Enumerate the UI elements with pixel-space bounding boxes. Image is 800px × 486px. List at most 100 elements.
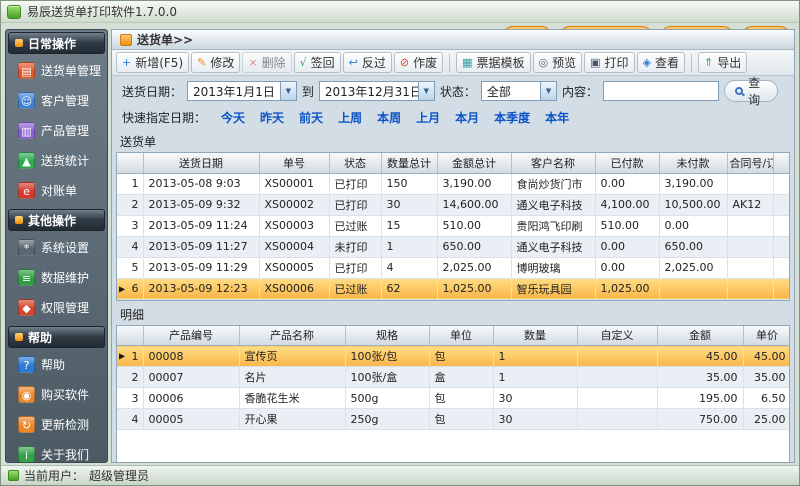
- sidebar-item-statement[interactable]: e对账单: [8, 176, 105, 204]
- table-row[interactable]: 52013-05-09 11:29XS00005已打印42,025.00博明玻璃…: [117, 257, 790, 278]
- sidebar-item-system-settings[interactable]: *系统设置: [8, 233, 105, 261]
- sidebar-item-buy-software[interactable]: ◉购买软件: [8, 380, 105, 408]
- table-cell: 1: [493, 367, 577, 388]
- column-header[interactable]: 数量总计: [381, 153, 437, 173]
- table-row[interactable]: 22013-05-09 9:32XS00002已打印3014,600.00通义电…: [117, 194, 790, 215]
- table-row[interactable]: 42013-05-09 11:27XS00004未打印1650.00通义电子科技…: [117, 236, 790, 257]
- sidebar-item-delivery-order-manage[interactable]: ▤送货单管理: [8, 56, 105, 84]
- table-row[interactable]: 400005开心果250g包30750.0025.00: [117, 409, 790, 430]
- sidebar-item-about-us-icon: i: [18, 446, 35, 463]
- table-cell: 食尚炒货门市: [511, 173, 595, 194]
- toolbar-button-label: 删除: [262, 54, 286, 71]
- table-row[interactable]: 32013-05-09 11:24XS00003已过账15510.00贵阳鸿飞印…: [117, 215, 790, 236]
- table-cell: AK12: [727, 194, 773, 215]
- status-select[interactable]: 全部 ▼: [481, 81, 557, 101]
- table-cell: [773, 194, 790, 215]
- void-button[interactable]: ⊘作废: [394, 52, 443, 73]
- orders-table: 送货日期单号状态数量总计金额总计客户名称已付款未付款合同号/订送货 12013-…: [117, 153, 790, 300]
- chevron-down-icon[interactable]: ▼: [280, 82, 296, 100]
- column-header[interactable]: 金额: [657, 326, 743, 346]
- chevron-down-icon[interactable]: ▼: [418, 82, 434, 100]
- quick-date-link[interactable]: 本年: [545, 109, 569, 126]
- table-cell: 2013-05-09 11:24: [143, 215, 259, 236]
- column-header[interactable]: 产品编号: [143, 326, 239, 346]
- chevron-down-icon[interactable]: ▼: [540, 82, 556, 100]
- table-cell: 35.00: [657, 367, 743, 388]
- column-header[interactable]: 已付款: [595, 153, 659, 173]
- table-row[interactable]: ▶62013-05-09 12:23XS00006已过账621,025.00智乐…: [117, 278, 790, 299]
- search-icon: [735, 87, 743, 95]
- date-to-select[interactable]: 2013年12月31日 ▼: [319, 81, 435, 101]
- column-header[interactable]: 未付款: [659, 153, 727, 173]
- sidebar-item-delivery-stats[interactable]: ▲送货统计: [8, 146, 105, 174]
- table-cell: 包: [429, 388, 493, 409]
- sidebar-section-header[interactable]: 日常操作: [8, 32, 105, 54]
- column-header[interactable]: 规格: [345, 326, 429, 346]
- table-row[interactable]: 200007名片100张/盒盒135.0035.00: [117, 367, 790, 388]
- sidebar-section-header[interactable]: 其他操作: [8, 209, 105, 231]
- export-button[interactable]: ⇑导出: [698, 52, 747, 73]
- quick-date-link[interactable]: 本季度: [494, 109, 530, 126]
- sidebar-item-data-maintenance[interactable]: ≡数据维护: [8, 263, 105, 291]
- selected-row-arrow-icon: ▶: [119, 284, 125, 293]
- quick-date-link[interactable]: 上月: [416, 109, 440, 126]
- column-header[interactable]: 客户名称: [511, 153, 595, 173]
- preview-button[interactable]: ◎预览: [533, 52, 583, 73]
- column-header[interactable]: 产品名称: [239, 326, 345, 346]
- quick-date-link[interactable]: 本月: [455, 109, 479, 126]
- new-icon: +: [122, 57, 131, 68]
- sidebar-item-help[interactable]: ?帮助: [8, 350, 105, 378]
- row-number-cell: 5: [117, 257, 143, 278]
- tab-delivery-orders[interactable]: 送货单>>: [137, 31, 193, 48]
- sidebar-item-label: 帮助: [41, 356, 65, 373]
- column-header[interactable]: 单号: [259, 153, 329, 173]
- sidebar-item-customer-manage-icon: ☺: [18, 92, 35, 109]
- quick-date-link[interactable]: 上周: [338, 109, 362, 126]
- quick-date-link[interactable]: 前天: [299, 109, 323, 126]
- table-row[interactable]: 300006香脆花生米500g包30195.006.50: [117, 388, 790, 409]
- new-button[interactable]: +新增(F5): [116, 52, 189, 73]
- sidebar-item-update-check[interactable]: ↻更新检测: [8, 410, 105, 438]
- quick-date-link[interactable]: 昨天: [260, 109, 284, 126]
- reverse-post-button[interactable]: ↩反过: [343, 52, 392, 73]
- sidebar-item-permission-manage[interactable]: ◆权限管理: [8, 293, 105, 321]
- table-cell: [577, 409, 657, 430]
- sidebar-item-data-maintenance-icon: ≡: [18, 269, 35, 286]
- column-header[interactable]: 状态: [329, 153, 381, 173]
- sidebar-section-header[interactable]: 帮助: [8, 326, 105, 348]
- quick-date-link[interactable]: 今天: [221, 109, 245, 126]
- table-cell: 4: [381, 257, 437, 278]
- column-header[interactable]: 金额总计: [437, 153, 511, 173]
- receipt-template-button[interactable]: ▦票据模板: [456, 52, 530, 73]
- sidebar-item-about-us[interactable]: i关于我们: [8, 440, 105, 463]
- search-button[interactable]: 查询: [724, 80, 778, 102]
- table-cell: 博明玻璃: [511, 257, 595, 278]
- table-row[interactable]: 12013-05-08 9:03XS00001已打印1503,190.00食尚炒…: [117, 173, 790, 194]
- sidebar-item-customer-manage[interactable]: ☺客户管理: [8, 86, 105, 114]
- print-button[interactable]: ▣打印: [584, 52, 634, 73]
- table-cell: [773, 278, 790, 299]
- table-row[interactable]: ▶100008宣传页100张/包包145.0045.00: [117, 346, 790, 367]
- column-header[interactable]: 单价: [743, 326, 790, 346]
- quick-date-link[interactable]: 本周: [377, 109, 401, 126]
- column-header[interactable]: 送货: [773, 153, 790, 173]
- view-button[interactable]: ◈查看: [637, 52, 685, 73]
- app-icon: [7, 5, 21, 19]
- column-header[interactable]: 送货日期: [143, 153, 259, 173]
- content-input[interactable]: [603, 81, 719, 101]
- sidebar-item-product-manage[interactable]: ▥产品管理: [8, 116, 105, 144]
- column-header[interactable]: 数量: [493, 326, 577, 346]
- sidebar-item-permission-manage-icon: ◆: [18, 299, 35, 316]
- sign-back-button[interactable]: √签回: [294, 52, 341, 73]
- date-from-select[interactable]: 2013年1月1日 ▼: [187, 81, 297, 101]
- column-header[interactable]: 自定义: [577, 326, 657, 346]
- sidebar-item-label: 对账单: [41, 182, 77, 199]
- table-cell: 2013-05-09 11:27: [143, 236, 259, 257]
- toolbar-button-label: 签回: [311, 54, 335, 71]
- edit-button[interactable]: ✎修改: [191, 52, 240, 73]
- detail-table-container: 产品编号产品名称规格单位数量自定义金额单价 ▶100008宣传页100张/包包1…: [116, 325, 790, 463]
- export-icon: ⇑: [704, 57, 713, 68]
- column-header[interactable]: 合同号/订: [727, 153, 773, 173]
- table-cell: 香脆花生米: [239, 388, 345, 409]
- column-header[interactable]: 单位: [429, 326, 493, 346]
